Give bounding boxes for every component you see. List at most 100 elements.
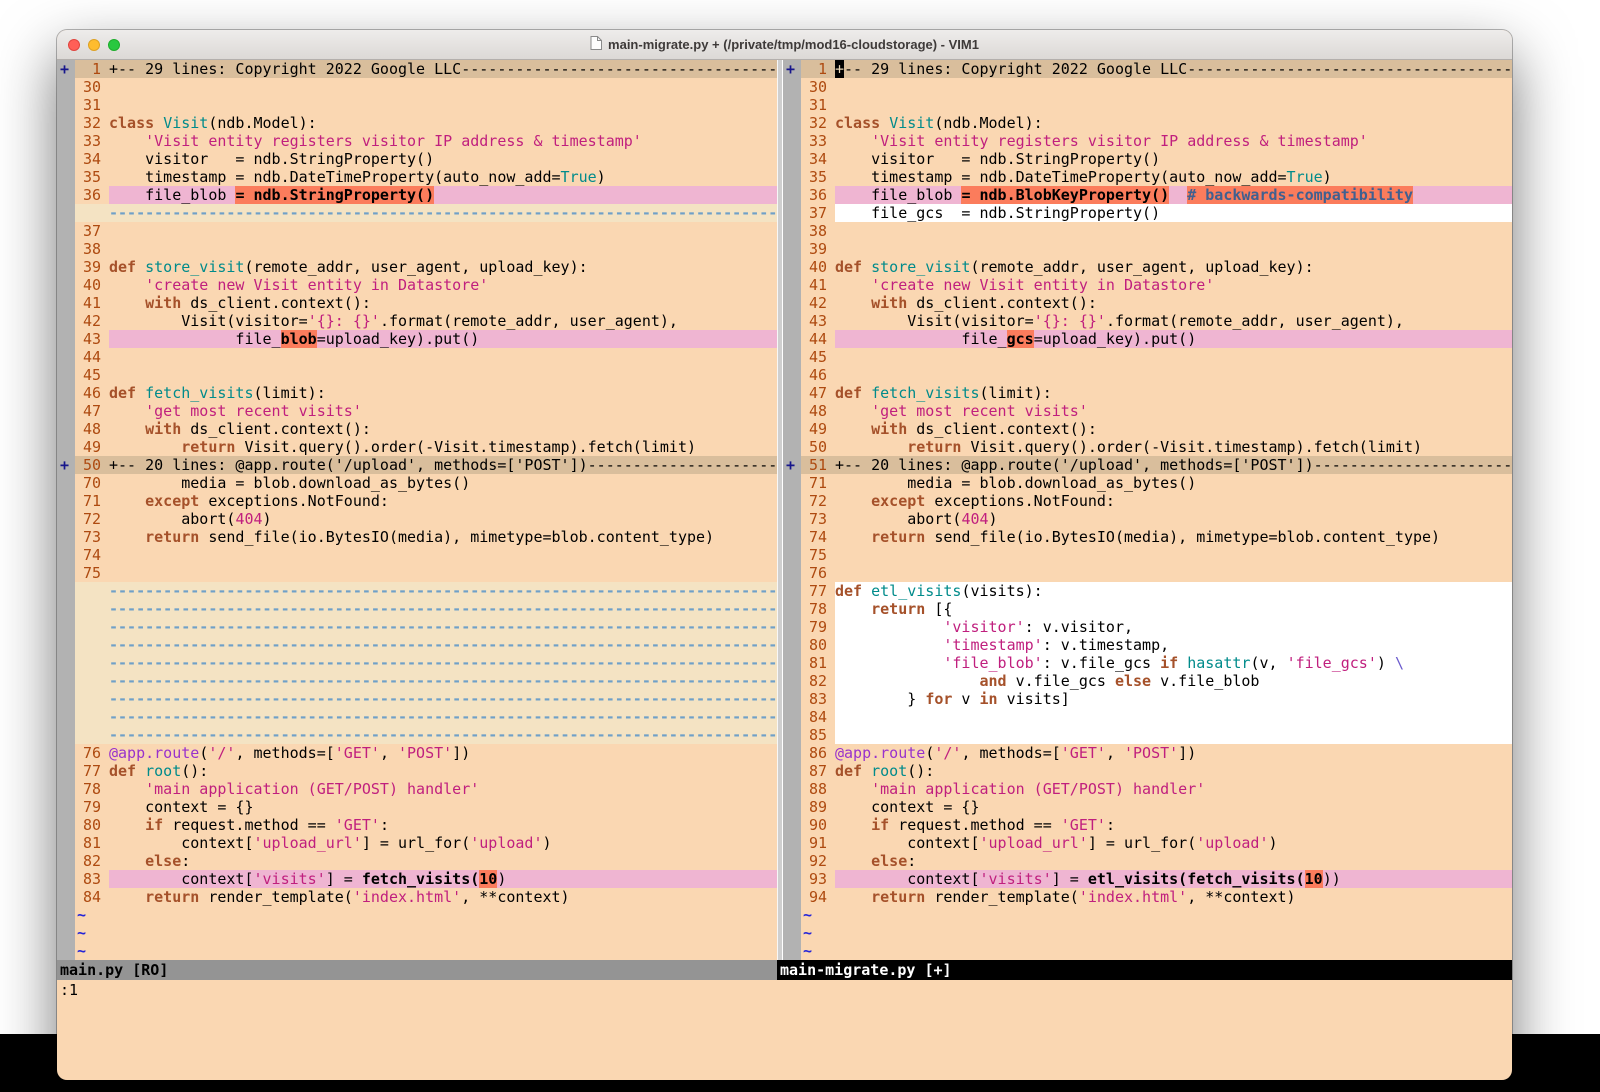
code-text[interactable] xyxy=(835,726,1512,744)
code-text[interactable]: Visit(visitor='{}: {}'.format(remote_add… xyxy=(835,312,1512,330)
code-text[interactable]: def root(): xyxy=(835,762,1512,780)
code-text[interactable]: file_blob = ndb.StringProperty() xyxy=(109,186,777,204)
code-text[interactable] xyxy=(835,348,1512,366)
fold-marker-plus[interactable]: + xyxy=(783,456,801,474)
code-text[interactable]: context = {} xyxy=(835,798,1512,816)
titlebar[interactable]: main-migrate.py + (/private/tmp/mod16-cl… xyxy=(57,30,1512,60)
code-text[interactable]: Visit(visitor='{}: {}'.format(remote_add… xyxy=(109,312,777,330)
code-text[interactable]: ----------------------------------------… xyxy=(109,672,777,690)
fold-marker-plus[interactable]: + xyxy=(57,456,75,474)
code-text[interactable]: except exceptions.NotFound: xyxy=(835,492,1512,510)
code-text[interactable] xyxy=(835,708,1512,726)
code-text[interactable]: return Visit.query().order(-Visit.timest… xyxy=(109,438,777,456)
code-text[interactable]: context['upload_url'] = url_for('upload'… xyxy=(835,834,1512,852)
fold-marker-plus[interactable]: + xyxy=(783,60,801,78)
code-text[interactable]: 'get most recent visits' xyxy=(835,402,1512,420)
code-text[interactable]: 'get most recent visits' xyxy=(109,402,777,420)
code-text[interactable]: with ds_client.context(): xyxy=(109,294,777,312)
code-text[interactable]: media = blob.download_as_bytes() xyxy=(835,474,1512,492)
minimize-button[interactable] xyxy=(88,39,100,51)
code-text[interactable]: else: xyxy=(835,852,1512,870)
code-text[interactable]: @app.route('/', methods=['GET', 'POST']) xyxy=(835,744,1512,762)
code-text[interactable]: +-- 20 lines: @app.route('/upload', meth… xyxy=(835,456,1512,474)
fold-marker-plus[interactable]: + xyxy=(57,60,75,78)
code-text[interactable]: 'timestamp': v.timestamp, xyxy=(835,636,1512,654)
code-text[interactable]: +-- 20 lines: @app.route('/upload', meth… xyxy=(109,456,777,474)
code-text[interactable]: } for v in visits] xyxy=(835,690,1512,708)
code-text[interactable]: ----------------------------------------… xyxy=(109,726,777,744)
code-text[interactable]: timestamp = ndb.DateTimeProperty(auto_no… xyxy=(109,168,777,186)
code-text[interactable]: context['upload_url'] = url_for('upload'… xyxy=(109,834,777,852)
code-text[interactable]: visitor = ndb.StringProperty() xyxy=(109,150,777,168)
code-text[interactable]: context['visits'] = fetch_visits(10) xyxy=(109,870,777,888)
code-text[interactable]: visitor = ndb.StringProperty() xyxy=(835,150,1512,168)
code-text[interactable]: 'create new Visit entity in Datastore' xyxy=(109,276,777,294)
code-text[interactable] xyxy=(835,96,1512,114)
code-text[interactable]: with ds_client.context(): xyxy=(109,420,777,438)
code-text[interactable]: file_blob = ndb.BlobKeyProperty() # back… xyxy=(835,186,1512,204)
code-text[interactable]: ----------------------------------------… xyxy=(109,600,777,618)
code-text[interactable]: with ds_client.context(): xyxy=(835,294,1512,312)
code-text[interactable]: context = {} xyxy=(109,798,777,816)
code-text[interactable]: return render_template('index.html', **c… xyxy=(109,888,777,906)
code-text[interactable]: file_gcs=upload_key).put() xyxy=(835,330,1512,348)
code-text[interactable] xyxy=(109,78,777,96)
code-text[interactable] xyxy=(835,78,1512,96)
code-text[interactable] xyxy=(109,546,777,564)
code-text[interactable]: 'main application (GET/POST) handler' xyxy=(835,780,1512,798)
code-text[interactable]: def store_visit(remote_addr, user_agent,… xyxy=(109,258,777,276)
code-text[interactable]: file_blob=upload_key).put() xyxy=(109,330,777,348)
code-text[interactable] xyxy=(109,222,777,240)
code-text[interactable] xyxy=(109,348,777,366)
code-text[interactable]: media = blob.download_as_bytes() xyxy=(109,474,777,492)
code-text[interactable] xyxy=(109,240,777,258)
code-text[interactable]: def etl_visits(visits): xyxy=(835,582,1512,600)
code-text[interactable]: if request.method == 'GET': xyxy=(109,816,777,834)
code-text[interactable]: context['visits'] = etl_visits(fetch_vis… xyxy=(835,870,1512,888)
code-text[interactable]: ----------------------------------------… xyxy=(109,654,777,672)
code-text[interactable]: with ds_client.context(): xyxy=(835,420,1512,438)
code-text[interactable]: ----------------------------------------… xyxy=(109,690,777,708)
code-text[interactable]: ----------------------------------------… xyxy=(109,204,777,222)
code-text[interactable]: 'file_blob': v.file_gcs if hasattr(v, 'f… xyxy=(835,654,1512,672)
code-text[interactable]: 'main application (GET/POST) handler' xyxy=(109,780,777,798)
code-text[interactable]: 'Visit entity registers visitor IP addre… xyxy=(835,132,1512,150)
code-text[interactable]: return [{ xyxy=(835,600,1512,618)
vim-command-line[interactable]: :1 xyxy=(57,980,1512,1000)
code-text[interactable]: def fetch_visits(limit): xyxy=(109,384,777,402)
code-text[interactable]: 'Visit entity registers visitor IP addre… xyxy=(109,132,777,150)
code-text[interactable] xyxy=(835,240,1512,258)
zoom-button[interactable] xyxy=(108,39,120,51)
code-text[interactable]: ----------------------------------------… xyxy=(109,708,777,726)
code-text[interactable]: return send_file(io.BytesIO(media), mime… xyxy=(835,528,1512,546)
code-text[interactable]: class Visit(ndb.Model): xyxy=(109,114,777,132)
code-text[interactable]: ----------------------------------------… xyxy=(109,582,777,600)
code-text[interactable]: +-- 29 lines: Copyright 2022 Google LLC-… xyxy=(835,60,1512,78)
code-text[interactable]: abort(404) xyxy=(109,510,777,528)
code-text[interactable]: timestamp = ndb.DateTimeProperty(auto_no… xyxy=(835,168,1512,186)
code-text[interactable]: def store_visit(remote_addr, user_agent,… xyxy=(835,258,1512,276)
code-text[interactable] xyxy=(835,546,1512,564)
code-text[interactable]: and v.file_gcs else v.file_blob xyxy=(835,672,1512,690)
code-text[interactable]: file_gcs = ndb.StringProperty() xyxy=(835,204,1512,222)
code-text[interactable]: +-- 29 lines: Copyright 2022 Google LLC-… xyxy=(109,60,777,78)
code-text[interactable]: ----------------------------------------… xyxy=(109,618,777,636)
code-text[interactable]: 'visitor': v.visitor, xyxy=(835,618,1512,636)
close-button[interactable] xyxy=(68,39,80,51)
code-text[interactable]: class Visit(ndb.Model): xyxy=(835,114,1512,132)
code-text[interactable]: if request.method == 'GET': xyxy=(835,816,1512,834)
code-text[interactable]: except exceptions.NotFound: xyxy=(109,492,777,510)
code-text[interactable]: @app.route('/', methods=['GET', 'POST']) xyxy=(109,744,777,762)
code-text[interactable] xyxy=(109,564,777,582)
code-text[interactable]: 'create new Visit entity in Datastore' xyxy=(835,276,1512,294)
code-text[interactable]: return render_template('index.html', **c… xyxy=(835,888,1512,906)
code-text[interactable]: return Visit.query().order(-Visit.timest… xyxy=(835,438,1512,456)
code-text[interactable]: abort(404) xyxy=(835,510,1512,528)
code-text[interactable]: ----------------------------------------… xyxy=(109,636,777,654)
code-text[interactable]: return send_file(io.BytesIO(media), mime… xyxy=(109,528,777,546)
code-text[interactable] xyxy=(835,222,1512,240)
code-text[interactable] xyxy=(835,564,1512,582)
code-text[interactable] xyxy=(835,366,1512,384)
code-text[interactable] xyxy=(109,96,777,114)
code-text[interactable] xyxy=(109,366,777,384)
